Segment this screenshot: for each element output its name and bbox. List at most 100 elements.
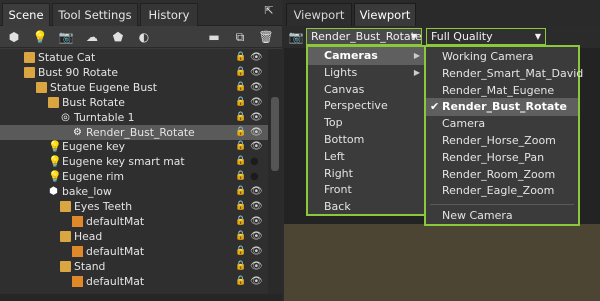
lock-icon[interactable]: 🔒 (235, 140, 246, 153)
tree-item[interactable]: ⬢ bake_low 🔒 👁 (0, 184, 268, 199)
visibility-icon[interactable]: 👁 (250, 110, 263, 125)
lock-icon[interactable]: 🔒 (235, 81, 246, 94)
tab-viewport-2[interactable]: Viewport (354, 3, 416, 26)
view-menu-item[interactable]: Front (308, 181, 426, 199)
tree-item-label: defaultMat (86, 274, 145, 288)
add-environment-icon[interactable]: ☁ (84, 29, 100, 45)
view-menu-item[interactable]: Bottom (308, 131, 426, 149)
visibility-icon[interactable]: 👁 (250, 244, 263, 259)
tree-item[interactable]: 💡 Eugene key smart mat 🔒 ● (0, 154, 268, 169)
tree-item[interactable]: Statue Eugene Bust 🔒 👁 (0, 80, 268, 95)
camera-menu-item[interactable]: Render_Mat_Eugene (426, 82, 578, 100)
camera-menu-item[interactable]: Working Camera (426, 48, 578, 66)
tree-item[interactable]: Eyes Teeth 🔒 👁 (0, 199, 268, 214)
lock-icon[interactable]: 🔒 (235, 200, 246, 213)
camera-menu-item[interactable]: Render_Horse_Zoom (426, 132, 578, 150)
view-menu-item[interactable]: Left (308, 148, 426, 166)
menu-item-label: Render_Room_Zoom (442, 167, 556, 181)
view-menu-item[interactable]: Perspective (308, 97, 426, 115)
tree-item[interactable]: Bust 90 Rotate 🔒 👁 (0, 65, 268, 80)
lock-icon[interactable]: 🔒 (235, 275, 246, 288)
new-folder-icon[interactable]: ▬ (206, 29, 222, 45)
submenu-arrow-icon: ▶ (413, 51, 420, 60)
tab-history[interactable]: History (140, 3, 198, 26)
popout-icon[interactable]: ⇱ (262, 4, 276, 18)
tree-item[interactable]: defaultMat 🔒 👁 (0, 214, 268, 229)
visibility-icon[interactable]: 👁 (250, 65, 263, 80)
visibility-icon[interactable]: 👁 (250, 184, 263, 199)
camera-menu-item[interactable]: Render_Room_Zoom (426, 166, 578, 184)
visibility-icon[interactable]: 👁 (250, 50, 263, 65)
tree-item[interactable]: 💡 Eugene key 🔒 👁 (0, 139, 268, 154)
chevron-down-icon: ▼ (410, 32, 417, 41)
camera-menu-item[interactable]: Render_Smart_Mat_David (426, 65, 583, 83)
view-menu-item[interactable]: Back (308, 198, 426, 216)
lock-icon[interactable]: 🔒 (235, 245, 246, 258)
add-shape-icon[interactable]: ⬟ (110, 29, 126, 45)
lock-icon[interactable]: 🔒 (235, 126, 246, 139)
tree-item[interactable]: ◎ Turntable 1 🔒 👁 (0, 110, 268, 125)
camera-menu-item[interactable]: Render_Eagle_Zoom (426, 182, 578, 200)
visibility-icon[interactable]: ● (250, 169, 259, 184)
tree-scrollbar[interactable] (268, 49, 282, 294)
tree-item[interactable]: ⚙ Render_Bust_Rotate 🔒 👁 (0, 124, 268, 140)
menu-item-label: Render_Mat_Eugene (442, 83, 555, 97)
tab-viewport-1[interactable]: Viewport (286, 3, 352, 26)
checkmark-icon: ✔ (430, 100, 440, 114)
tree-item[interactable]: defaultMat 🔒 👁 (0, 244, 268, 259)
visibility-icon[interactable]: ● (250, 154, 259, 169)
visibility-icon[interactable]: 👁 (250, 214, 263, 229)
lock-icon[interactable]: 🔒 (235, 260, 246, 273)
add-camera-icon[interactable]: 📷 (58, 29, 74, 45)
tree-item[interactable]: Statue Cat 🔒 👁 (0, 50, 268, 65)
group-icon[interactable]: ⧉ (232, 29, 248, 45)
lock-icon[interactable]: 🔒 (235, 96, 246, 109)
tree-item[interactable]: Bust Rotate 🔒 👁 (0, 95, 268, 110)
lock-icon[interactable]: 🔒 (235, 66, 246, 79)
visibility-icon[interactable]: 👁 (250, 125, 263, 140)
view-menu-item[interactable]: Top (308, 114, 426, 132)
lock-icon[interactable]: 🔒 (235, 111, 246, 124)
visibility-icon[interactable]: 👁 (250, 274, 263, 289)
tab-scene[interactable]: Scene (2, 3, 50, 26)
tree-item-label: Stand (74, 259, 106, 273)
quality-dropdown[interactable]: Full Quality ▼ (426, 28, 546, 45)
delete-icon[interactable]: 🗑 (258, 29, 274, 45)
add-material-icon[interactable]: ◐ (136, 29, 152, 45)
camera-menu-item[interactable]: Render_Horse_Pan (426, 149, 578, 167)
menu-item-label: Render_Eagle_Zoom (442, 184, 555, 198)
visibility-icon[interactable]: 👁 (250, 139, 263, 154)
view-menu-item[interactable]: Right (308, 165, 426, 183)
visibility-icon[interactable]: 👁 (250, 199, 263, 214)
lock-icon[interactable]: 🔒 (235, 51, 246, 64)
chevron-down-icon: ▼ (534, 32, 541, 41)
lock-icon[interactable]: 🔒 (235, 185, 246, 198)
viewport-render[interactable] (284, 224, 600, 301)
visibility-icon[interactable]: 👁 (250, 95, 263, 110)
tree-item[interactable]: Stand 🔒 👁 (0, 259, 268, 274)
camera-menu-item[interactable]: ✔ Render_Bust_Rotate (426, 98, 578, 117)
lock-icon[interactable]: 🔒 (235, 230, 246, 243)
visibility-icon[interactable]: 👁 (250, 80, 263, 95)
lock-icon[interactable]: 🔒 (235, 170, 246, 183)
visibility-icon[interactable]: 👁 (250, 229, 263, 244)
camera-icon[interactable]: 📷 (288, 29, 304, 45)
lock-icon[interactable]: 🔒 (235, 215, 246, 228)
scrollbar-thumb[interactable] (271, 97, 279, 171)
camera-dropdown[interactable]: Render_Bust_Rotate ▼ (306, 28, 422, 45)
lock-icon[interactable]: 🔒 (235, 155, 246, 168)
new-camera-item[interactable]: New Camera (426, 207, 578, 225)
add-light-icon[interactable]: 💡 (32, 29, 48, 45)
tree-item[interactable]: defaultMat 🔒 👁 (0, 274, 268, 289)
horizontal-scrollbar[interactable] (0, 294, 282, 301)
camera-menu-item[interactable]: Camera (426, 115, 578, 133)
view-menu-item[interactable]: Cameras ▶ (308, 47, 426, 65)
light-bulb-icon: 💡 (48, 155, 62, 169)
visibility-icon[interactable]: 👁 (250, 259, 263, 274)
tree-item[interactable]: Head 🔒 👁 (0, 229, 268, 244)
view-menu-item[interactable]: Canvas (308, 81, 426, 99)
tree-item[interactable]: 💡 Eugene rim 🔒 ● (0, 169, 268, 184)
tab-tool-settings[interactable]: Tool Settings (52, 3, 138, 26)
add-object-icon[interactable]: ⬢ (6, 29, 22, 45)
view-menu-item[interactable]: Lights ▶ (308, 64, 426, 82)
